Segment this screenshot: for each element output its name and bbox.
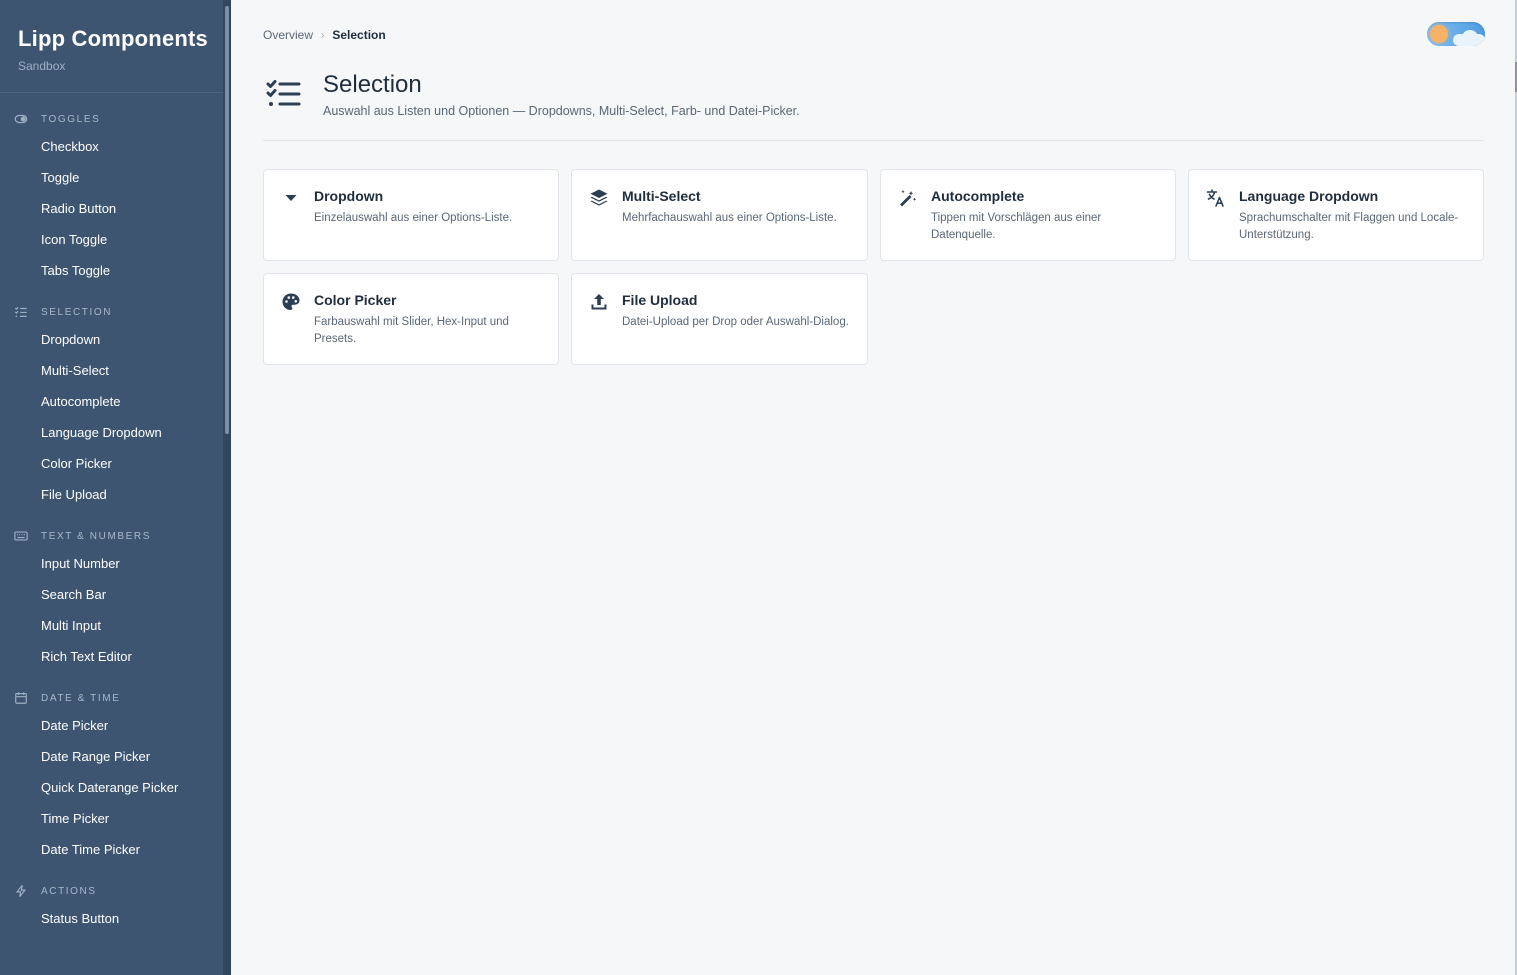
breadcrumb-overview-link[interactable]: Overview	[263, 28, 313, 42]
sidebar-item-quick-daterange-picker[interactable]: Quick Daterange Picker	[0, 772, 231, 803]
card-multi-select[interactable]: Multi-Select Mehrfachauswahl aus einer O…	[571, 169, 868, 261]
component-cards-grid: Dropdown Einzelauswahl aus einer Options…	[263, 169, 1484, 365]
sidebar-item-toggle[interactable]: Toggle	[0, 162, 231, 193]
card-dropdown[interactable]: Dropdown Einzelauswahl aus einer Options…	[263, 169, 559, 261]
page-subtitle: Auswahl aus Listen und Optionen — Dropdo…	[323, 104, 800, 118]
nav-section-header: Selection	[0, 300, 231, 324]
card-title: File Upload	[622, 292, 698, 308]
card-autocomplete[interactable]: Autocomplete Tippen mit Vorschlägen aus …	[880, 169, 1176, 261]
nav-section-date-time: Date & Time Date Picker Date Range Picke…	[0, 686, 231, 865]
breadcrumb: Overview › Selection	[263, 28, 386, 42]
sidebar-scrollbar[interactable]	[223, 0, 231, 975]
keyboard-icon	[14, 529, 28, 543]
sidebar-item-multi-select[interactable]: Multi-Select	[0, 355, 231, 386]
card-description: Farbauswahl mit Slider, Hex-Input und Pr…	[314, 316, 509, 345]
sidebar-item-checkbox[interactable]: Checkbox	[0, 131, 231, 162]
calendar-icon	[14, 691, 28, 705]
sidebar-item-dropdown[interactable]: Dropdown	[0, 324, 231, 355]
breadcrumb-current: Selection	[332, 28, 386, 42]
sidebar-item-autocomplete[interactable]: Autocomplete	[0, 386, 231, 417]
nav-section-title: Selection	[41, 306, 113, 318]
card-title: Color Picker	[314, 292, 397, 308]
sidebar-item-search-bar[interactable]: Search Bar	[0, 579, 231, 610]
sidebar-item-status-button[interactable]: Status Button	[0, 903, 231, 934]
brand: Lipp Components Sandbox	[0, 0, 231, 93]
card-color-picker[interactable]: Color Picker Farbauswahl mit Slider, Hex…	[263, 273, 559, 365]
sidebar-item-color-picker[interactable]: Color Picker	[0, 448, 231, 479]
theme-toggle[interactable]	[1427, 22, 1485, 46]
nav-section-header: Actions	[0, 879, 231, 903]
card-description: Sprachumschalter mit Flaggen und Locale-…	[1239, 212, 1459, 241]
sidebar-scrollbar-thumb[interactable]	[225, 6, 229, 434]
magic-wand-icon	[897, 187, 919, 209]
breadcrumb-separator: ›	[321, 29, 325, 41]
page-title: Selection	[323, 71, 422, 98]
layers-icon	[588, 187, 610, 209]
sidebar-item-rich-text-editor[interactable]: Rich Text Editor	[0, 641, 231, 672]
card-description: Einzelauswahl aus einer Options-Liste.	[314, 212, 513, 224]
nav-section-title: Toggles	[41, 113, 101, 125]
card-title: Dropdown	[314, 188, 384, 204]
card-description: Tippen mit Vorschlägen aus einer Datenqu…	[931, 212, 1102, 241]
brand-title[interactable]: Lipp Components	[18, 24, 213, 54]
sidebar-item-time-picker[interactable]: Time Picker	[0, 803, 231, 834]
card-language-dropdown[interactable]: Language Dropdown Sprachumschalter mit F…	[1188, 169, 1484, 261]
translate-icon	[1205, 187, 1227, 209]
toggle-icon	[14, 112, 28, 126]
upload-icon	[588, 291, 610, 313]
list-check-icon	[265, 78, 301, 110]
sidebar-item-file-upload[interactable]: File Upload	[0, 479, 231, 510]
sidebar-item-tabs-toggle[interactable]: Tabs Toggle	[0, 255, 231, 286]
card-description: Datei-Upload per Drop oder Auswahl-Dialo…	[622, 316, 849, 328]
sidebar-item-radio-button[interactable]: Radio Button	[0, 193, 231, 224]
caret-down-icon	[280, 187, 302, 209]
sidebar-item-language-dropdown[interactable]: Language Dropdown	[0, 417, 231, 448]
sidebar-item-multi-input[interactable]: Multi Input	[0, 610, 231, 641]
card-title: Language Dropdown	[1239, 188, 1379, 204]
card-description: Mehrfachauswahl aus einer Options-Liste.	[622, 212, 837, 224]
bolt-icon	[14, 884, 28, 898]
nav-section-selection: Selection Dropdown Multi-Select Autocomp…	[0, 300, 231, 510]
nav-section-title: Text & Numbers	[41, 530, 152, 542]
card-title: Multi-Select	[622, 188, 701, 204]
sidebar-item-input-number[interactable]: Input Number	[0, 548, 231, 579]
brand-subtitle: Sandbox	[18, 59, 66, 73]
app-window: Lipp Components Sandbox Toggles Checkbox…	[0, 0, 1517, 975]
sidebar-item-icon-toggle[interactable]: Icon Toggle	[0, 224, 231, 255]
nav-section-header: Toggles	[0, 107, 231, 131]
nav-section-actions: Actions Status Button	[0, 879, 231, 934]
nav-section-header: Text & Numbers	[0, 524, 231, 548]
sun-icon	[1430, 25, 1448, 43]
nav-section-toggles: Toggles Checkbox Toggle Radio Button Ico…	[0, 107, 231, 286]
nav-section-text-numbers: Text & Numbers Input Number Search Bar M…	[0, 524, 231, 672]
main-content: Overview › Selection Selection Auswahl a…	[231, 0, 1517, 975]
sidebar-item-date-range-picker[interactable]: Date Range Picker	[0, 741, 231, 772]
nav-section-header: Date & Time	[0, 686, 231, 710]
sidebar-item-date-picker[interactable]: Date Picker	[0, 710, 231, 741]
nav-section-title: Date & Time	[41, 692, 121, 704]
card-title: Autocomplete	[931, 188, 1025, 204]
page-header: Selection Auswahl aus Listen und Optione…	[263, 70, 1484, 141]
card-file-upload[interactable]: File Upload Datei-Upload per Drop oder A…	[571, 273, 868, 365]
list-check-icon	[14, 305, 28, 319]
cloud-puff-icon	[1463, 30, 1477, 40]
sidebar-item-date-time-picker[interactable]: Date Time Picker	[0, 834, 231, 865]
sidebar: Lipp Components Sandbox Toggles Checkbox…	[0, 0, 231, 975]
nav-section-title: Actions	[41, 885, 97, 897]
palette-icon	[280, 291, 302, 313]
